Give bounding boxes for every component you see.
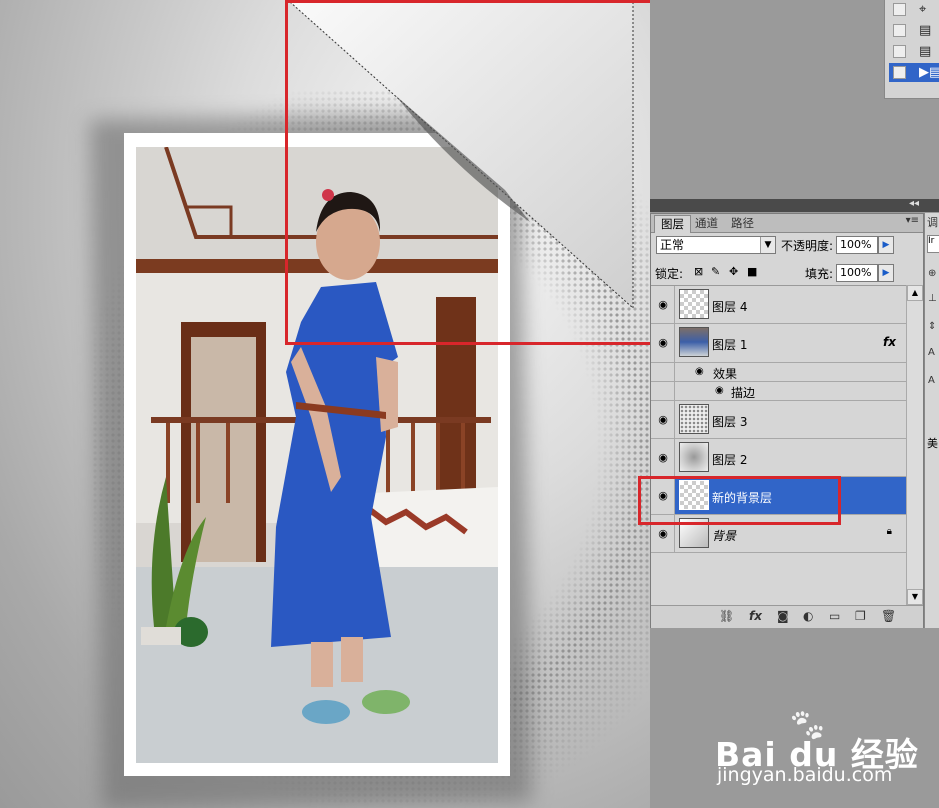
stroke-label: 描边 <box>731 386 756 400</box>
fill-label: 填充: <box>805 267 834 281</box>
link-icon[interactable]: ⛓ <box>719 609 734 623</box>
eye-icon[interactable]: ◉ <box>655 412 671 428</box>
document-canvas[interactable] <box>0 0 650 808</box>
eye-icon[interactable]: ◉ <box>655 526 671 542</box>
lock-transparent-icon[interactable]: ⊠ <box>694 265 703 278</box>
tool-icon[interactable]: ⊕ <box>928 268 936 279</box>
collapse-icon[interactable]: ◂◂ <box>909 198 919 209</box>
lasso-icon: ⌖ <box>919 2 927 17</box>
fx-menu-icon[interactable]: fx <box>749 609 762 623</box>
blend-mode-value: 正常 <box>660 238 685 252</box>
tab-adjustments[interactable]: 调 <box>927 214 938 230</box>
opacity-slider-button[interactable]: ▶ <box>878 236 894 254</box>
history-row[interactable]: ⌖ <box>889 0 939 19</box>
history-panel: ⌖ ▤ ▤ ▶▤ <box>884 0 939 99</box>
layer-name: 图层 4 <box>712 300 748 314</box>
eye-icon[interactable]: ◉ <box>695 366 704 377</box>
layers-list: ◉ 图层 4 ◉ 图层 1 fx ▲ ◉ 效果 ◉ 描边 ◉ 图层 3 <box>651 285 919 606</box>
tab-paths[interactable]: 路径 <box>725 215 760 232</box>
adjust-field[interactable]: Ir <box>927 235 939 253</box>
tool-icon[interactable]: ⇕ <box>928 321 936 332</box>
mask-icon[interactable]: ◙ <box>777 609 789 623</box>
fill-input[interactable]: 100% <box>836 264 878 282</box>
layer-row[interactable]: ◉ 图层 1 fx ▲ <box>651 324 919 363</box>
fill-slider-button[interactable]: ▶ <box>878 264 894 282</box>
layer-thumbnail <box>679 289 709 319</box>
effects-label: 效果 <box>713 367 738 381</box>
eye-icon[interactable]: ◉ <box>655 297 671 313</box>
trash-icon[interactable]: 🗑︎ <box>881 609 896 623</box>
history-row[interactable]: ▤ <box>889 21 939 40</box>
tab-layers[interactable]: 图层 <box>654 215 691 233</box>
layer-name: 图层 1 <box>712 338 748 352</box>
tab-channels[interactable]: 通道 <box>689 215 724 232</box>
panel-menu-icon[interactable]: ▾≡ <box>906 215 919 226</box>
history-row[interactable]: ▤ <box>889 42 939 61</box>
annotation-box-layer <box>638 476 841 525</box>
history-checkbox[interactable] <box>893 66 906 79</box>
chevron-down-icon: ▼ <box>760 237 775 253</box>
eye-icon[interactable]: ◉ <box>715 385 724 396</box>
adjustments-panel-strip: 调 Ir ⊕ ⊥ ⇕ A A 美 <box>924 213 939 628</box>
layers-panel: 图层 通道 路径 ▾≡ 正常 ▼ 不透明度: 100% ▶ 锁定: ⊠ ✎ ✥ … <box>650 213 924 628</box>
layer-name: 图层 3 <box>712 415 748 429</box>
adjustment-layer-icon[interactable]: ◐ <box>803 609 813 623</box>
stroke-effect-row[interactable]: ◉ 描边 <box>651 382 906 401</box>
group-icon[interactable]: ▭ <box>829 609 840 623</box>
eye-icon[interactable]: ◉ <box>655 450 671 466</box>
opacity-label: 不透明度: <box>781 239 834 253</box>
layer-row[interactable]: ◉ 图层 2 <box>651 439 906 477</box>
document-icon: ▶▤ <box>919 65 939 80</box>
lock-all-icon[interactable]: ■ <box>747 265 757 278</box>
tool-icon[interactable]: ⊥ <box>928 293 937 304</box>
layers-panel-footer: ⛓ fx ◙ ◐ ▭ ❐ 🗑︎ <box>651 605 923 628</box>
scroll-down-button[interactable]: ▼ <box>907 589 923 605</box>
watermark-url: jingyan.baidu.com <box>717 764 893 786</box>
layer-thumbnail <box>679 404 709 434</box>
side-bottom-label: 美 <box>927 437 938 450</box>
new-layer-icon[interactable]: ❐ <box>855 609 866 623</box>
fx-icon[interactable]: fx <box>883 335 896 349</box>
history-checkbox[interactable] <box>893 45 906 58</box>
effects-row[interactable]: ◉ 效果 <box>651 363 906 382</box>
history-checkbox[interactable] <box>893 24 906 37</box>
lock-paint-icon[interactable]: ✎ <box>711 265 720 278</box>
blend-mode-select[interactable]: 正常 ▼ <box>656 236 776 254</box>
baidu-jingyan-watermark: 🐾︎ Bai du 经验 jingyan.baidu.com <box>715 706 935 796</box>
layer-row[interactable]: ◉ 图层 3 <box>651 401 906 439</box>
layer-name: 图层 2 <box>712 453 748 467</box>
lock-label: 锁定: <box>655 267 684 281</box>
lock-move-icon[interactable]: ✥ <box>729 265 738 278</box>
document-icon: ▤ <box>919 23 932 38</box>
layer-row[interactable]: ◉ 图层 4 <box>651 286 906 324</box>
opacity-input[interactable]: 100% <box>836 236 878 254</box>
layers-scrollbar[interactable]: ▲ ▼ <box>906 285 923 605</box>
tool-icon[interactable]: A <box>928 375 935 386</box>
layer-thumbnail <box>679 442 709 472</box>
eye-icon[interactable]: ◉ <box>655 335 671 351</box>
annotation-box-curl <box>285 0 650 345</box>
layer-name: 背景 <box>712 529 737 543</box>
layer-thumbnail <box>679 327 709 357</box>
document-icon: ▤ <box>919 44 932 59</box>
panel-tabs: 图层 通道 路径 ▾≡ <box>651 214 923 233</box>
lock-icon: 🔒︎ <box>886 526 892 537</box>
tool-icon[interactable]: A <box>928 347 935 358</box>
history-checkbox[interactable] <box>893 3 906 16</box>
scroll-up-button[interactable]: ▲ <box>907 285 923 301</box>
panel-dock-header: ◂◂ <box>650 198 939 212</box>
history-row-active[interactable]: ▶▤ <box>889 63 939 82</box>
